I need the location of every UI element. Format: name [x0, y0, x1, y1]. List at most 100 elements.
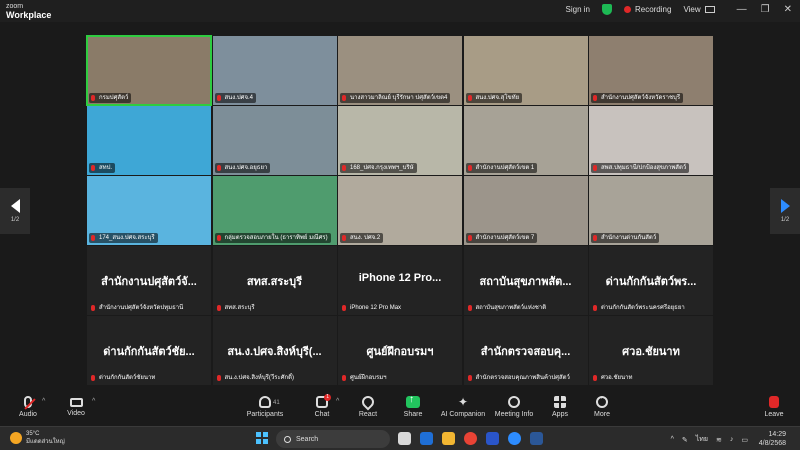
participant-display-name: สทส.สระบุรี	[246, 276, 303, 288]
participant-name-tile[interactable]: สำนักตรวจสอบคุ... สำนักตรวจสอบคุณภาพสินค้…	[463, 316, 588, 385]
maximize-icon[interactable]: ❐	[761, 4, 770, 15]
close-icon[interactable]: ✕	[784, 4, 792, 15]
participant-name-tile[interactable]: สทส.สระบุรี สทส.สระบุรี	[212, 246, 337, 315]
taskbar-search[interactable]: Search	[276, 430, 390, 448]
clock-time: 14:29	[768, 431, 786, 438]
search-placeholder: Search	[296, 435, 319, 443]
record-dot-icon	[623, 6, 631, 13]
video-tile[interactable]: สำนักงานปศุสัตว์จังหวัดราชบุรี	[589, 36, 713, 105]
apps-label: Apps	[552, 411, 568, 418]
view-button[interactable]: View	[683, 5, 715, 14]
react-label: React	[358, 411, 378, 418]
video-tile[interactable]: สพส.ปทุมธานี/ปกป้องสุขภาพสัตว์	[589, 106, 713, 175]
wifi-icon[interactable]: ≋	[716, 436, 722, 444]
os-taskbar: 35°C มีแดดส่วนใหญ่ Search ^ ✎ ไทย ≋ ♪ ▭ …	[0, 426, 800, 450]
participant-label: 168_ปศจ.กรุงเทพฯ_บริษั	[340, 163, 417, 173]
video-button[interactable]: Video ^	[48, 396, 104, 417]
meeting-stage: 1/2 กรมปศุสัตว์ สนง.ปศจ.4 นางสาวมาลิณย์ บุ…	[0, 22, 800, 392]
video-tile[interactable]: สำนักงานปศุสัตว์เขต 7	[463, 176, 588, 245]
weather-temp: 35°C	[26, 431, 40, 437]
minimize-icon[interactable]: —	[737, 4, 747, 15]
prev-page-button[interactable]: 1/2	[0, 188, 30, 234]
battery-icon[interactable]: ▭	[741, 436, 748, 444]
participant-label: สำนักงานปศุสัตว์เขต 7	[465, 233, 538, 243]
task-view-icon[interactable]	[398, 432, 411, 445]
audio-label: Audio	[19, 411, 37, 418]
chrome-icon[interactable]	[464, 432, 477, 445]
participant-label: สำนักงานปศุสัตว์จังหวัดราชบุรี	[591, 93, 684, 103]
shield-icon[interactable]	[601, 4, 612, 15]
participant-display-name: ศูนย์ฝึกอบรมฯ	[366, 346, 434, 358]
file-explorer-icon[interactable]	[442, 432, 455, 445]
video-tile[interactable]: นางสาวมาลิณย์ บุรีรักษา ปศุสัตว์เขต4	[338, 36, 462, 105]
participant-name-tile[interactable]: สน.ง.ปศจ.สิงห์บุรี(... สน.ง.ปศจ.สิงห์บุรี…	[212, 316, 337, 385]
video-tile[interactable]: กลุ่มตรวจสอบภายใน (ธาราทิพย์ มณีศร)	[212, 176, 337, 245]
chat-badge: 1	[324, 394, 331, 401]
more-label: More	[594, 411, 610, 418]
microphone-muted-icon	[24, 396, 32, 408]
participant-label: สำนักงานปศุสัตว์จังหวัดปทุมธานี	[89, 303, 186, 313]
participant-label: สถาบันสุขภาพสัตว์แห่งชาติ	[466, 303, 550, 313]
ai-label: AI Companion	[440, 411, 486, 418]
participant-name-tile[interactable]: สำนักงานปศุสัตว์จั... สำนักงานปศุสัตว์จัง…	[87, 246, 211, 315]
video-tile[interactable]: สนง. ปศจ.2	[338, 176, 462, 245]
sign-in-link[interactable]: Sign in	[566, 5, 590, 14]
pen-icon[interactable]: ✎	[682, 436, 688, 444]
next-page-button[interactable]: 1/2	[770, 188, 800, 234]
copilot-icon[interactable]	[420, 432, 433, 445]
video-options-caret-icon[interactable]: ^	[92, 398, 95, 405]
speaker-icon[interactable]: ♪	[730, 436, 734, 443]
chevron-left-icon	[10, 199, 20, 213]
participant-name-tile[interactable]: ศวอ.ชัยนาท ศวอ.ชัยนาท	[589, 316, 713, 385]
participants-label: Participants	[246, 411, 284, 418]
video-tile[interactable]: 168_ปศจ.กรุงเทพฯ_บริษั	[338, 106, 462, 175]
view-label: View	[683, 5, 701, 14]
zoom-app-icon[interactable]	[508, 432, 521, 445]
chevron-up-icon[interactable]: ^	[671, 436, 674, 443]
participant-label: iPhone 12 Pro Max	[340, 303, 404, 313]
participant-name-tile[interactable]: ศูนย์ฝึกอบรมฯ ศูนย์ฝึกอบรมฯ	[338, 316, 462, 385]
video-tile[interactable]: กรมปศุสัตว์	[86, 35, 212, 106]
participant-label: สพส.ปทุมธานี/ปกป้องสุขภาพสัตว์	[591, 163, 690, 173]
word-icon[interactable]	[530, 432, 543, 445]
clock[interactable]: 14:29 4/8/2568	[759, 430, 786, 448]
chat-options-caret-icon[interactable]: ^	[336, 398, 339, 405]
language-indicator[interactable]: ไทย	[696, 434, 708, 445]
participant-display-name: สน.ง.ปศจ.สิงห์บุรี(...	[227, 346, 322, 358]
share-button[interactable]: Share	[385, 394, 441, 418]
windows-start-icon[interactable]	[256, 432, 268, 444]
participant-name-tile[interactable]: ด่านกักกันสัตว์พร... ด่านกักกันสัตว์พระนค…	[589, 246, 713, 315]
grid-view-icon	[704, 6, 715, 13]
video-tile[interactable]: สำนักงานปศุสัตว์เขต 1	[463, 106, 588, 175]
video-tile[interactable]: สำนักงานด่านกันสัตว์	[589, 176, 713, 245]
participants-button[interactable]: Participants 41	[237, 396, 293, 418]
more-button[interactable]: More	[574, 395, 630, 418]
participant-name-tile[interactable]: สถาบันสุขภาพสัต... สถาบันสุขภาพสัตว์แห่งช…	[463, 246, 588, 315]
participant-label: สทส.สระบุรี	[215, 303, 258, 313]
participant-name-tile[interactable]: ด่านกักกันสัตว์ชัย... ด่านกักกันสัตว์ชัยน…	[87, 316, 211, 385]
participant-label: กลุ่มตรวจสอบภายใน (ธาราทิพย์ มณีศร)	[214, 233, 331, 243]
more-dots-icon	[596, 395, 608, 408]
line-app-icon[interactable]	[486, 432, 499, 445]
page-indicator-left: 1/2	[10, 217, 20, 223]
apps-grid-icon	[554, 396, 566, 408]
video-tile[interactable]: สนง.ปศจ.4	[212, 36, 337, 105]
leave-icon	[769, 396, 779, 408]
leave-button[interactable]: Leave	[746, 396, 800, 418]
ai-companion-button[interactable]: ✦ AI Companion	[435, 396, 491, 418]
participant-label: ด่านกักกันสัตว์พระนครศรีอยุธยา	[591, 303, 688, 313]
video-tile[interactable]: สทป.	[87, 106, 211, 175]
participant-name-tile[interactable]: iPhone 12 Pro... iPhone 12 Pro Max	[338, 246, 462, 315]
video-tile[interactable]: สนง.ปศจ.สุโขทัย	[463, 36, 588, 105]
info-label: Meeting Info	[494, 411, 534, 418]
participant-label: ด่านกักกันสัตว์ชัยนาท	[89, 373, 158, 383]
recording-indicator[interactable]: Recording	[623, 5, 671, 14]
chevron-right-icon	[780, 199, 790, 213]
video-tile[interactable]: 174_สนง.ปศจ.สระบุรี	[87, 176, 211, 245]
video-tile[interactable]: สนง.ปศจ.อยุธยา	[212, 106, 337, 175]
video-label: Video	[67, 410, 85, 417]
leave-label: Leave	[764, 411, 784, 418]
audio-options-caret-icon[interactable]: ^	[42, 398, 45, 405]
weather-widget[interactable]: 35°C มีแดดส่วนใหญ่	[10, 430, 65, 446]
participant-label: นางสาวมาลิณย์ บุรีรักษา ปศุสัตว์เขต4	[340, 93, 451, 103]
